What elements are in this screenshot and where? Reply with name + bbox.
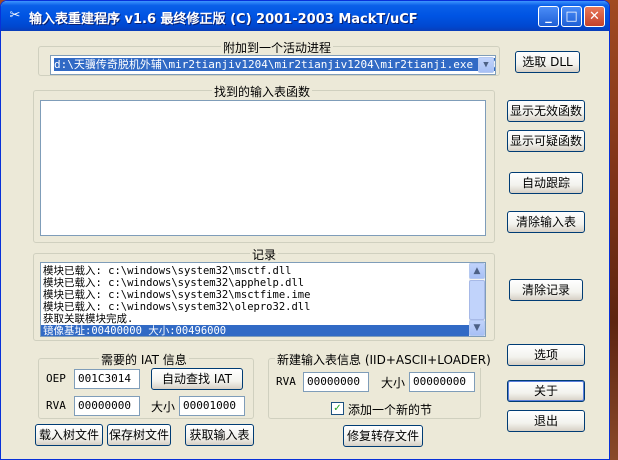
log-line[interactable]: 获取关联模块完成. — [41, 313, 469, 325]
iat-size-input[interactable]: 00001000 — [179, 396, 245, 416]
process-group-title: 附加到一个活动进程 — [221, 39, 334, 56]
imports-tree[interactable] — [40, 100, 486, 236]
window-title: 输入表重建程序 v1.6 最终修正版 (C) 2001-2003 MackT/u… — [29, 12, 418, 27]
exit-button[interactable]: 退出 — [507, 410, 585, 432]
scroll-up-icon[interactable]: ▲ — [469, 263, 485, 279]
show-invalid-button[interactable]: 显示无效函数 — [507, 100, 585, 122]
fix-dump-button[interactable]: 修复转存文件 — [343, 425, 423, 447]
title-bar[interactable]: ✂ 输入表重建程序 v1.6 最终修正版 (C) 2001-2003 MackT… — [1, 1, 609, 31]
clear-log-button[interactable]: 清除记录 — [509, 279, 583, 301]
scroll-thumb[interactable] — [469, 280, 485, 320]
process-combobox[interactable]: d:\天骥传奇脱机外辅\mir2tianjiv1204\mir2tianjiv1… — [50, 55, 496, 75]
new-rva-input[interactable]: 00000000 — [303, 372, 369, 392]
log-line-selected[interactable]: 镜像基址:00400000 大小:00496000 — [41, 325, 469, 336]
minimize-button[interactable]: _ — [538, 6, 559, 27]
iat-size-label: 大小 — [151, 400, 176, 414]
app-icon: ✂ — [9, 8, 21, 23]
select-dll-button[interactable]: 选取 DLL — [515, 51, 580, 73]
iat-info-title: 需要的 IAT 信息 — [99, 351, 189, 368]
scroll-down-icon[interactable]: ▼ — [469, 320, 485, 336]
log-scrollbar[interactable]: ▲ ▼ — [469, 263, 485, 336]
log-line[interactable]: 模块已载入: c:\windows\system32\olepro32.dll — [41, 301, 469, 313]
oep-input[interactable]: 001C3014 — [74, 369, 140, 389]
log-line[interactable]: 模块已载入: c:\windows\system32\msctf.dll — [41, 265, 469, 277]
load-tree-button[interactable]: 载入树文件 — [35, 424, 103, 446]
imports-group-title: 找到的输入表函数 — [212, 83, 313, 100]
oep-label: OEP — [46, 372, 66, 385]
iat-rva-input[interactable]: 00000000 — [74, 396, 140, 416]
log-group-title: 记录 — [250, 246, 279, 263]
log-line[interactable]: 模块已载入: c:\windows\system32\msctfime.ime — [41, 289, 469, 301]
selected-process-text: d:\天骥传奇脱机外辅\mir2tianjiv1204\mir2tianjiv1… — [54, 58, 495, 71]
clear-imports-button[interactable]: 清除输入表 — [507, 211, 585, 233]
options-button[interactable]: 选项 — [507, 344, 585, 366]
app-window: ✂ 输入表重建程序 v1.6 最终修正版 (C) 2001-2003 MackT… — [0, 0, 610, 460]
chevron-down-icon[interactable]: ▼ — [478, 57, 494, 73]
log-line[interactable]: 模块已载入: c:\windows\system32\apphelp.dll — [41, 277, 469, 289]
about-button[interactable]: 关于 — [507, 380, 585, 402]
maximize-button[interactable]: □ — [561, 6, 582, 27]
auto-trace-button[interactable]: 自动跟踪 — [509, 172, 583, 194]
save-tree-button[interactable]: 保存树文件 — [107, 424, 171, 446]
add-section-checkbox[interactable]: ✓ — [331, 402, 344, 415]
new-import-title: 新建输入表信息 (IID+ASCII+LOADER) — [275, 351, 493, 368]
new-size-input[interactable]: 00000000 — [409, 372, 475, 392]
new-size-label: 大小 — [381, 376, 406, 390]
show-suspect-button[interactable]: 显示可疑函数 — [507, 130, 585, 152]
iat-rva-label: RVA — [46, 399, 66, 412]
log-listbox[interactable]: 模块已载入: c:\windows\system32\msctf.dll 模块已… — [40, 262, 486, 337]
auto-search-iat-button[interactable]: 自动查找 IAT — [151, 368, 243, 390]
get-imports-button[interactable]: 获取输入表 — [185, 424, 254, 446]
new-rva-label: RVA — [276, 375, 296, 388]
close-button[interactable]: ✕ — [584, 6, 605, 27]
add-section-label[interactable]: 添加一个新的节 — [348, 401, 432, 418]
